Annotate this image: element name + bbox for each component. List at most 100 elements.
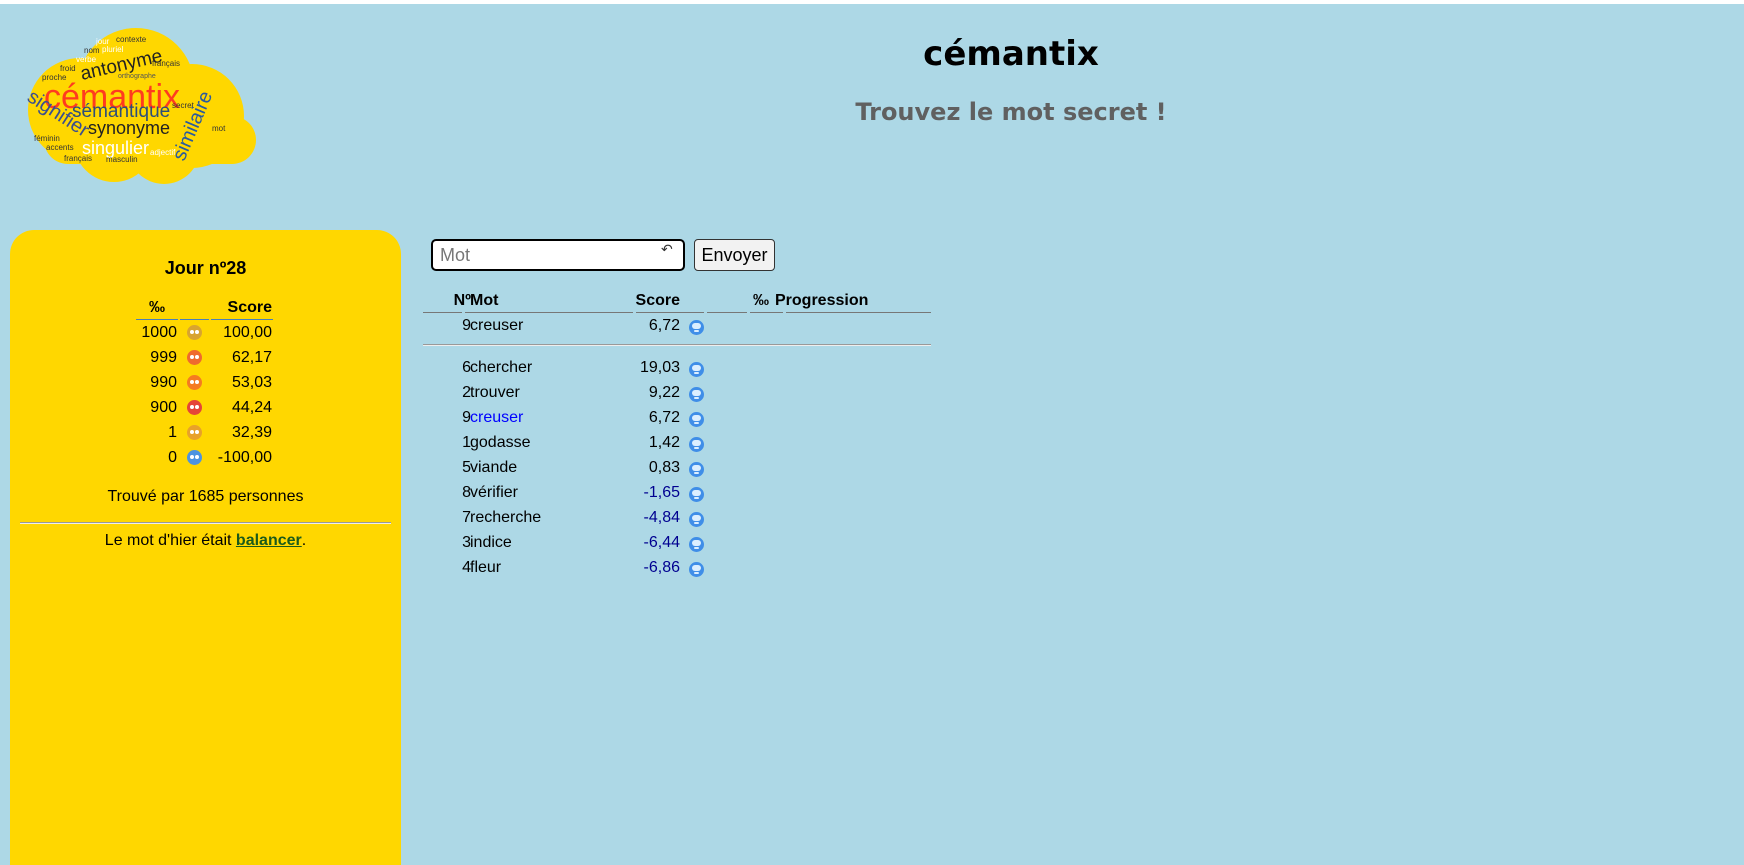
latest-guess-row: 9 creuser 6,72 — [423, 313, 933, 338]
guesses-table: Nº Mot Score ‰ Progression 9 creuser 6,7… — [423, 289, 933, 580]
santa-face-icon — [187, 399, 202, 415]
latest-guess-word: creuser — [470, 317, 524, 334]
guess-word: viande — [470, 459, 518, 476]
latest-divider — [423, 338, 933, 355]
guess-word: creuser — [470, 409, 524, 426]
scale-score: 32,39 — [231, 423, 272, 441]
guess-row: 8 vérifier -1,65 — [423, 480, 933, 505]
cold-face-icon — [689, 487, 704, 502]
cold-face-icon — [187, 449, 202, 465]
panel-divider — [20, 522, 391, 524]
scale-emoji-cell — [180, 320, 209, 345]
confetti-icon — [187, 324, 202, 340]
cold-face-icon — [689, 462, 704, 477]
scale-permil: 990 — [150, 373, 177, 391]
guess-score: 19,03 — [639, 359, 680, 376]
scale-row: 999 62,17 — [136, 345, 273, 370]
scale-header-emoji — [180, 298, 209, 320]
guess-row: 6 chercher 19,03 — [423, 355, 933, 380]
yesterday-word-link[interactable]: balancer — [236, 532, 302, 549]
guess-row: 3 indice -6,44 — [423, 530, 933, 555]
guess-word: vérifier — [470, 484, 519, 501]
guess-word: recherche — [470, 509, 542, 526]
scale-emoji-cell — [180, 420, 209, 445]
guess-score: 6,72 — [648, 409, 680, 426]
header-progress: Progression — [775, 292, 869, 309]
page: jour contexte nom pluriel antonyme verbe franç… — [0, 0, 1744, 865]
logo-word: accents — [46, 143, 74, 152]
scale-emoji-cell — [180, 445, 209, 470]
undo-icon[interactable]: ↶ — [661, 242, 673, 256]
yesterday-word-text: Le mot d'hier était balancer. — [10, 532, 401, 550]
cold-face-icon — [689, 412, 704, 427]
guess-list: 6 chercher 19,03 2 trouver 9,22 9 creuser 6,72 1 g… — [423, 355, 933, 580]
guess-score: -1,65 — [643, 484, 680, 501]
found-count: Trouvé par 1685 personnes — [107, 488, 304, 505]
guess-word: indice — [470, 534, 512, 551]
guess-score: 0,83 — [648, 459, 680, 476]
cold-face-icon — [689, 362, 704, 377]
guess-word: fleur — [470, 559, 502, 576]
guess-row: 9 creuser 6,72 — [423, 405, 933, 430]
send-button[interactable]: Envoyer — [694, 239, 775, 271]
guess-row: 5 viande 0,83 — [423, 455, 933, 480]
logo-word: masculin — [106, 155, 138, 164]
cold-face-icon — [689, 537, 704, 552]
sunglasses-face-icon — [187, 424, 202, 440]
guess-score: -6,86 — [643, 559, 680, 576]
guess-row: 7 recherche -4,84 — [423, 505, 933, 530]
scale-permil: 999 — [150, 348, 177, 366]
scale-header-score: Score — [211, 298, 273, 320]
scale-permil: 1 — [168, 423, 177, 441]
scale-row: 900 44,24 — [136, 395, 273, 420]
scale-row: 1000 100,00 — [136, 320, 273, 345]
scale-emoji-cell — [180, 395, 209, 420]
page-subtitle: Trouvez le mot secret ! — [855, 98, 1167, 126]
logo-word: français — [64, 154, 92, 163]
day-info-panel: Jour nº28 ‰ Score 1000 100,00 999 62,17 990 5… — [10, 230, 401, 865]
fire-icon — [187, 374, 202, 390]
scale-row: 0 -100,00 — [136, 445, 273, 470]
guess-score: -4,84 — [643, 509, 680, 526]
logo-word: féminin — [34, 134, 60, 143]
screaming-face-icon — [187, 349, 202, 365]
scale-score: -100,00 — [217, 448, 272, 466]
scale-permil: 1000 — [141, 323, 177, 341]
scale-header-permil: ‰ — [136, 298, 178, 320]
guess-word: trouver — [470, 384, 520, 401]
scale-score: 53,03 — [231, 373, 272, 391]
scale-score: 100,00 — [223, 323, 272, 341]
cold-face-icon — [689, 320, 704, 335]
header-score: Score — [635, 292, 680, 309]
guess-word: chercher — [470, 359, 533, 376]
header-word: Mot — [470, 292, 499, 309]
scale-score: 62,17 — [231, 348, 272, 366]
guesses-header: Nº Mot Score ‰ Progression — [423, 289, 933, 313]
guess-row: 2 trouver 9,22 — [423, 380, 933, 405]
guess-row: 1 godasse 1,42 — [423, 430, 933, 455]
cold-face-icon — [689, 437, 704, 452]
page-title: cémantix — [923, 34, 1099, 74]
guess-word: godasse — [470, 434, 531, 451]
scale-emoji-cell — [180, 345, 209, 370]
cold-face-icon — [689, 512, 704, 527]
header-permil: ‰ — [753, 292, 769, 309]
scale-permil: 0 — [168, 448, 177, 466]
top-strip — [0, 0, 1744, 4]
latest-guess-score: 6,72 — [648, 317, 680, 334]
cold-face-icon — [689, 387, 704, 402]
cold-face-icon — [689, 562, 704, 577]
scale-row: 1 32,39 — [136, 420, 273, 445]
guess-input[interactable] — [431, 239, 685, 271]
day-title: Jour nº28 — [164, 258, 247, 278]
guess-row: 4 fleur -6,86 — [423, 555, 933, 580]
guess-score: 9,22 — [648, 384, 680, 401]
yesterday-suffix: . — [301, 532, 307, 549]
header-num: Nº — [453, 292, 471, 309]
yesterday-prefix: Le mot d'hier était — [104, 532, 236, 549]
scale-score: 44,24 — [231, 398, 272, 416]
scale-row: 990 53,03 — [136, 370, 273, 395]
guess-score: 1,42 — [648, 434, 680, 451]
score-scale-table: ‰ Score 1000 100,00 999 62,17 990 53,03 900 44,… — [134, 298, 275, 470]
scale-permil: 900 — [150, 398, 177, 416]
